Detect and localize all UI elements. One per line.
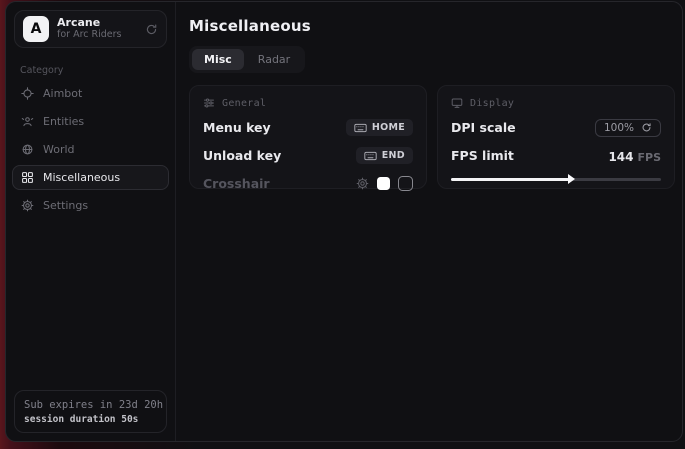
app-title: Arcane [57, 17, 122, 30]
general-panel-title: General [222, 98, 266, 109]
dpi-scale-control[interactable]: 100% [595, 119, 661, 137]
fps-limit-slider[interactable] [451, 173, 661, 185]
fps-limit-unit: FPS [638, 151, 662, 164]
menu-key-bind-button[interactable]: HOME [346, 119, 413, 136]
sidebar-item-settings[interactable]: Settings [12, 193, 169, 218]
sidebar: A Arcane for Arc Riders Category Aimbot [6, 2, 176, 441]
monitor-icon [451, 97, 463, 109]
sidebar-item-label: Settings [43, 199, 88, 212]
session-duration-text: session duration 50s [24, 414, 157, 425]
app-subtitle: for Arc Riders [57, 30, 122, 41]
page-title: Miscellaneous [189, 17, 675, 35]
slider-thumb[interactable] [568, 174, 575, 184]
unload-key-row: Unload key END [203, 146, 413, 165]
keyboard-icon [364, 151, 377, 161]
crosshair-controls [356, 176, 413, 191]
general-panel-header: General [203, 97, 413, 109]
category-label: Category [20, 65, 161, 76]
entities-icon [21, 115, 34, 128]
slider-fill [451, 178, 569, 181]
crosshair-row: Crosshair [203, 174, 413, 193]
panels-row: General Menu key HOME Unload key [189, 85, 675, 189]
grid-icon [21, 171, 34, 184]
refresh-icon [641, 122, 652, 133]
sliders-icon [203, 97, 215, 109]
sidebar-item-label: Entities [43, 115, 84, 128]
fps-limit-value-group: 144 FPS [608, 146, 661, 165]
tab-misc[interactable]: Misc [192, 49, 244, 70]
general-panel: General Menu key HOME Unload key [189, 85, 427, 189]
dpi-scale-row: DPI scale 100% [451, 118, 661, 137]
app-logo: A [23, 16, 49, 42]
display-panel: Display DPI scale 100% FPS limit [437, 85, 675, 189]
unload-key-bind-button[interactable]: END [356, 147, 413, 164]
sub-expiry-text: Sub expires in 23d 20h [24, 399, 157, 411]
menu-key-label: Menu key [203, 120, 271, 135]
fps-limit-label: FPS limit [451, 148, 514, 163]
unload-key-label: Unload key [203, 148, 281, 163]
main-content: Miscellaneous Misc Radar General [176, 2, 683, 441]
sidebar-item-label: Aimbot [43, 87, 82, 100]
gear-icon [21, 199, 34, 212]
app-header: A Arcane for Arc Riders [14, 10, 167, 48]
menu-key-row: Menu key HOME [203, 118, 413, 137]
subscription-info: Sub expires in 23d 20h session duration … [14, 390, 167, 433]
sidebar-item-world[interactable]: World [12, 137, 169, 162]
dpi-scale-label: DPI scale [451, 120, 516, 135]
menu-key-value: HOME [372, 122, 405, 133]
refresh-icon[interactable] [145, 23, 158, 36]
tab-radar[interactable]: Radar [246, 49, 302, 70]
dpi-scale-value: 100% [604, 122, 634, 134]
app-window: A Arcane for Arc Riders Category Aimbot [5, 1, 683, 442]
tab-bar: Misc Radar [189, 46, 305, 73]
sidebar-item-aimbot[interactable]: Aimbot [12, 81, 169, 106]
crosshair-color-swatch[interactable] [377, 177, 390, 190]
sidebar-item-label: World [43, 143, 75, 156]
crosshair-label: Crosshair [203, 176, 270, 191]
keyboard-icon [354, 123, 367, 133]
gear-icon[interactable] [356, 177, 369, 190]
sidebar-item-entities[interactable]: Entities [12, 109, 169, 134]
sidebar-item-miscellaneous[interactable]: Miscellaneous [12, 165, 169, 190]
sidebar-item-label: Miscellaneous [43, 171, 120, 184]
fps-limit-value: 144 [608, 150, 633, 164]
sidebar-nav: Aimbot Entities World [6, 81, 175, 218]
display-panel-title: Display [470, 98, 514, 109]
fps-limit-row: FPS limit 144 FPS [451, 146, 661, 165]
app-meta: Arcane for Arc Riders [57, 17, 122, 41]
globe-icon [21, 143, 34, 156]
crosshair-icon [21, 87, 34, 100]
crosshair-checkbox[interactable] [398, 176, 413, 191]
display-panel-header: Display [451, 97, 661, 109]
unload-key-value: END [382, 150, 405, 161]
